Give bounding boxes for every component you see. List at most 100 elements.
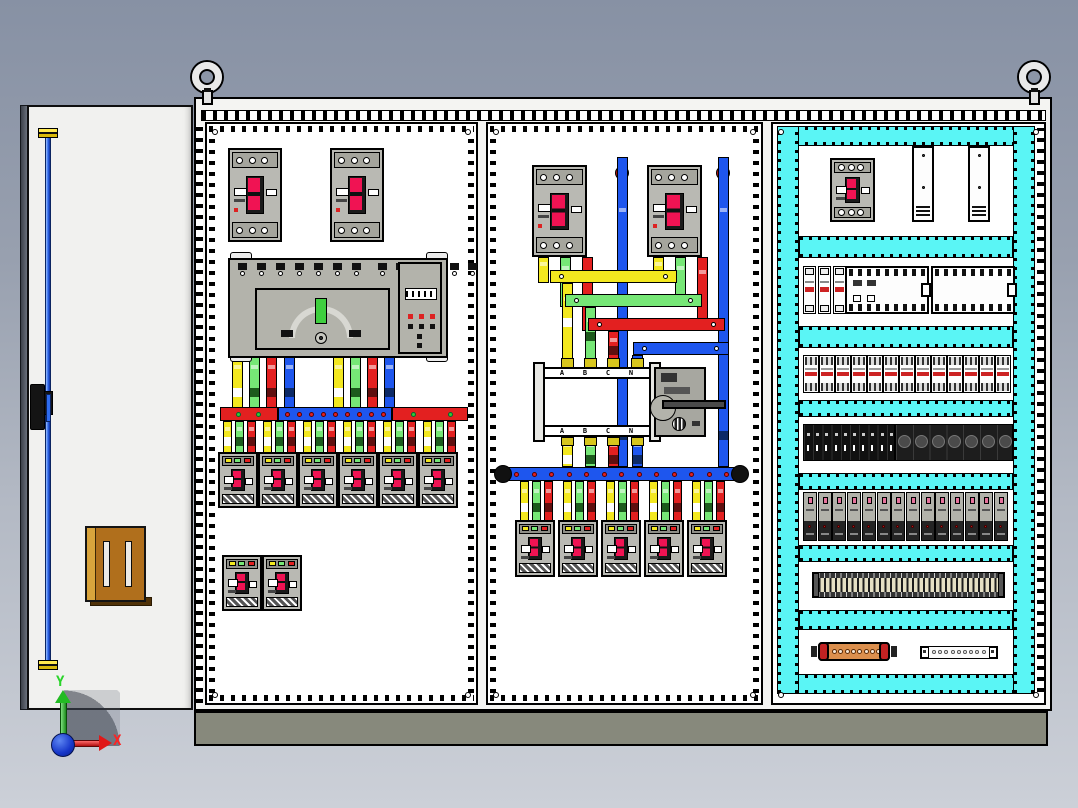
busbar-riser[interactable]: [384, 356, 395, 408]
busbar-riser[interactable]: [704, 481, 713, 522]
relay-module[interactable]: [979, 492, 993, 541]
mini-circuit-breaker[interactable]: [883, 355, 899, 393]
busbar-red[interactable]: [220, 407, 278, 421]
breaker-handle[interactable]: [393, 471, 401, 487]
busbar-riser[interactable]: [532, 481, 541, 522]
busbar-riser[interactable]: [303, 421, 312, 454]
mini-circuit-breaker[interactable]: [819, 355, 835, 393]
busbar-riser[interactable]: [350, 356, 361, 408]
mini-circuit-breaker[interactable]: [899, 355, 915, 393]
breaker-handle[interactable]: [313, 471, 321, 487]
breaker-handle[interactable]: [233, 471, 241, 487]
busbar[interactable]: [550, 270, 677, 283]
mccb-breaker[interactable]: [378, 452, 418, 508]
busbar-riser[interactable]: [587, 481, 596, 522]
busbar-neutral[interactable]: [278, 407, 392, 421]
mini-circuit-breaker[interactable]: [851, 355, 867, 393]
breaker-handle[interactable]: [273, 471, 281, 487]
breaker-handle[interactable]: [552, 195, 565, 226]
neutral-terminal-bar[interactable]: [920, 646, 998, 659]
mccb-breaker[interactable]: [262, 555, 302, 611]
copper-earth-bar[interactable]: [818, 642, 890, 661]
mini-circuit-breaker[interactable]: [867, 355, 883, 393]
mccb-breaker[interactable]: [258, 452, 298, 508]
breaker-handle[interactable]: [530, 539, 538, 556]
busbar-riser[interactable]: [263, 421, 272, 454]
wire-duct[interactable]: [799, 326, 1013, 348]
wire-duct[interactable]: [799, 473, 1013, 490]
breaker-handle[interactable]: [659, 539, 667, 556]
mccb-breaker[interactable]: [830, 158, 875, 222]
busbar-riser[interactable]: [287, 421, 296, 454]
busbar-riser[interactable]: [333, 356, 344, 408]
breaker-handle[interactable]: [847, 179, 856, 199]
contactor-bank[interactable]: [895, 424, 1013, 461]
busbar-riser[interactable]: [367, 421, 376, 454]
busbar[interactable]: [565, 294, 702, 307]
relay-module[interactable]: [818, 492, 832, 541]
mccb-breaker[interactable]: [558, 520, 598, 577]
relay-module[interactable]: [935, 492, 949, 541]
neutral-riser[interactable]: [718, 157, 729, 467]
wire-duct[interactable]: [799, 545, 1013, 562]
wire-duct[interactable]: [799, 236, 1013, 258]
mccb-breaker[interactable]: [644, 520, 684, 577]
breaker-handle[interactable]: [237, 574, 245, 590]
busbar-riser[interactable]: [649, 481, 658, 522]
relay-module[interactable]: [832, 492, 846, 541]
busbar-red[interactable]: [392, 407, 468, 421]
wire-duct[interactable]: [1013, 126, 1035, 694]
breaker-handle[interactable]: [277, 574, 285, 590]
mini-circuit-breaker[interactable]: [915, 355, 931, 393]
wire-duct[interactable]: [777, 674, 1035, 694]
mini-circuit-breaker[interactable]: [803, 266, 816, 314]
relay-module[interactable]: [847, 492, 861, 541]
busbar-riser[interactable]: [327, 421, 336, 454]
busbar-riser[interactable]: [563, 481, 572, 522]
busbar-riser[interactable]: [315, 421, 324, 454]
wire-duct[interactable]: [777, 126, 799, 694]
busbar-riser[interactable]: [716, 481, 725, 522]
busbar-riser[interactable]: [661, 481, 670, 522]
relay-module[interactable]: [891, 492, 905, 541]
breaker-handle[interactable]: [350, 178, 362, 210]
breaker-handle[interactable]: [573, 539, 581, 556]
busbar[interactable]: [588, 318, 725, 331]
busbar-riser[interactable]: [367, 356, 378, 408]
relay-bank[interactable]: [803, 424, 895, 461]
ats-dial-pointer[interactable]: [315, 298, 327, 324]
breaker-handle[interactable]: [353, 471, 361, 487]
breaker-handle[interactable]: [616, 539, 624, 556]
relay-module[interactable]: [921, 492, 935, 541]
mccb-breaker[interactable]: [338, 452, 378, 508]
busbar-riser[interactable]: [423, 421, 432, 454]
busbar-riser[interactable]: [383, 421, 392, 454]
mccb-breaker[interactable]: [228, 148, 282, 242]
mini-circuit-breaker[interactable]: [835, 355, 851, 393]
busbar-riser[interactable]: [235, 421, 244, 454]
busbar-riser[interactable]: [618, 481, 627, 522]
busbar-riser[interactable]: [249, 356, 260, 408]
busbar-riser[interactable]: [275, 421, 284, 454]
cabinet-plinth[interactable]: [194, 711, 1048, 746]
busbar-riser[interactable]: [355, 421, 364, 454]
mccb-breaker[interactable]: [687, 520, 727, 577]
mccb-breaker[interactable]: [222, 555, 262, 611]
relay-module[interactable]: [950, 492, 964, 541]
busbar-riser[interactable]: [284, 356, 295, 408]
busbar-riser[interactable]: [447, 421, 456, 454]
switch-handle[interactable]: [662, 400, 726, 409]
busbar-riser[interactable]: [435, 421, 444, 454]
breaker-handle[interactable]: [248, 178, 260, 210]
changeover-switch[interactable]: [650, 367, 726, 437]
mini-circuit-breaker[interactable]: [931, 355, 947, 393]
relay-module[interactable]: [803, 492, 817, 541]
busbar-riser[interactable]: [544, 481, 553, 522]
relay-module[interactable]: [994, 492, 1008, 541]
mccb-breaker[interactable]: [418, 452, 458, 508]
wire-duct[interactable]: [799, 400, 1013, 417]
mini-circuit-breaker[interactable]: [995, 355, 1011, 393]
mccb-breaker[interactable]: [330, 148, 384, 242]
busbar-riser[interactable]: [575, 481, 584, 522]
busbar-riser[interactable]: [232, 356, 243, 408]
